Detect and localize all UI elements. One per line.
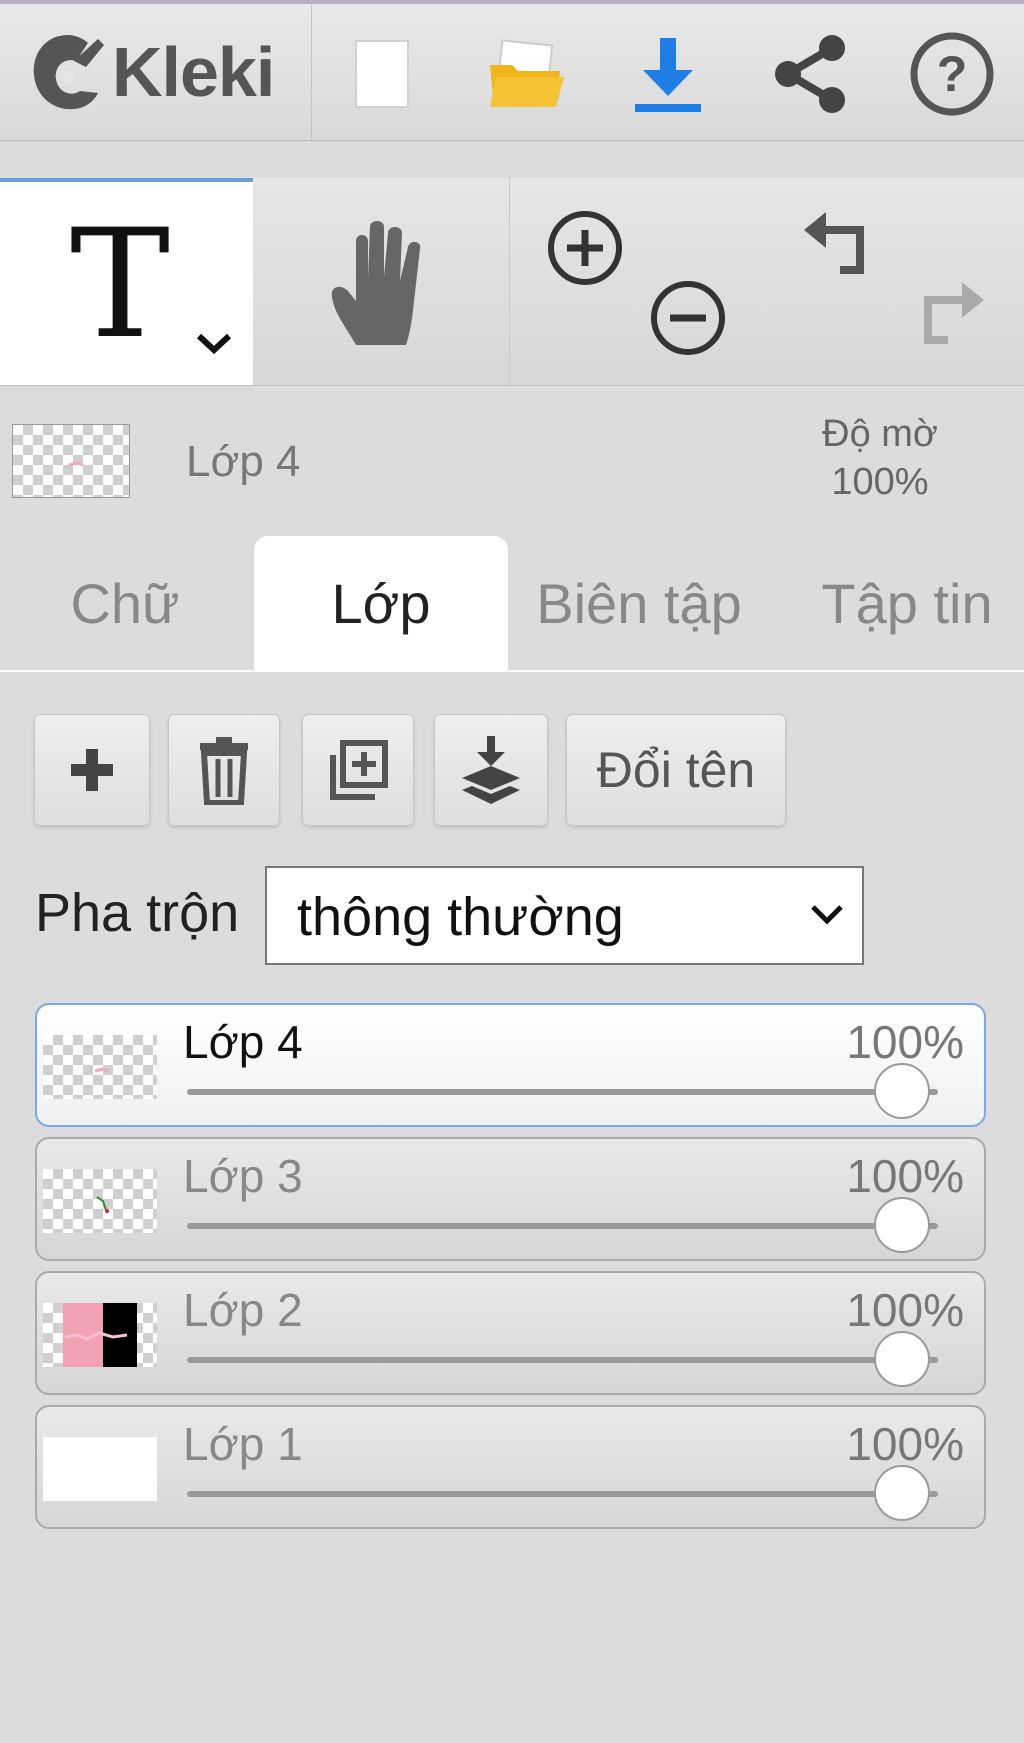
layer-name: Lớp 1 xyxy=(183,1418,303,1470)
layer-opacity-slider-handle[interactable] xyxy=(874,1197,930,1253)
layer-thumbnail xyxy=(43,1035,157,1099)
layer-opacity-value: 100% xyxy=(846,1284,964,1336)
add-layer-button[interactable] xyxy=(34,714,150,826)
share-icon xyxy=(775,35,845,113)
layer-item[interactable]: Lớp 2 100% xyxy=(35,1271,986,1395)
layer-opacity-value: 100% xyxy=(846,1418,964,1470)
help-icon: ? xyxy=(910,32,994,116)
blend-mode-label: Pha trộn xyxy=(35,883,240,943)
zoom-out-button[interactable] xyxy=(648,278,728,363)
opacity-value: 100% xyxy=(831,461,929,503)
merge-down-icon xyxy=(462,736,520,804)
layer-opacity-slider[interactable] xyxy=(187,1089,938,1095)
kleki-logo[interactable]: Kleki xyxy=(28,22,288,122)
layer-thumbnail-content xyxy=(96,1196,109,1214)
layer-item[interactable]: Lớp 3 100% xyxy=(35,1137,986,1261)
layer-opacity-value: 100% xyxy=(846,1016,964,1068)
chevron-down-icon xyxy=(811,905,843,925)
chevron-down-icon[interactable] xyxy=(195,330,233,356)
text-tool-button[interactable]: T xyxy=(0,178,253,385)
kleki-logo-icon xyxy=(33,35,104,110)
layer-name: Lớp 2 xyxy=(183,1284,303,1336)
undo-button[interactable] xyxy=(800,208,880,293)
blend-mode-value: thông thường xyxy=(297,887,624,947)
layer-name: Lớp 4 xyxy=(183,1016,303,1068)
tab-text[interactable]: Chữ xyxy=(0,536,250,670)
tab-file[interactable]: Tập tin xyxy=(790,536,1024,670)
zoom-in-icon xyxy=(548,211,622,285)
delete-layer-button[interactable] xyxy=(168,714,280,826)
current-layer-name: Lớp 4 xyxy=(186,437,301,486)
layer-opacity-slider[interactable] xyxy=(187,1357,938,1363)
thumbnail-sketch xyxy=(68,461,84,467)
tool-row: T xyxy=(0,178,1024,386)
current-layer-thumbnail xyxy=(12,424,130,498)
merge-down-button[interactable] xyxy=(434,714,548,826)
download-icon xyxy=(635,38,701,112)
layer-item[interactable]: Lớp 4 100% xyxy=(35,1003,986,1127)
layer-item[interactable]: Lớp 1 100% xyxy=(35,1405,986,1529)
tab-layers[interactable]: Lớp xyxy=(254,536,508,670)
blank-page-icon xyxy=(355,40,409,108)
layer-thumbnail xyxy=(43,1169,157,1233)
text-tool-icon: T xyxy=(70,198,171,372)
layer-opacity-slider[interactable] xyxy=(187,1223,938,1229)
top-toolbar: Kleki ? xyxy=(0,4,1024,141)
opacity-label: Độ mờ xyxy=(822,413,938,455)
new-image-button[interactable] xyxy=(332,24,432,124)
current-layer-opacity[interactable]: Độ mờ 100% xyxy=(780,410,980,506)
duplicate-icon xyxy=(330,740,388,800)
svg-text:?: ? xyxy=(937,46,968,102)
layer-opacity-slider-handle[interactable] xyxy=(874,1465,930,1521)
tab-edit[interactable]: Biên tập xyxy=(512,536,766,670)
layer-thumbnail xyxy=(43,1303,157,1367)
rename-layer-button[interactable]: Đổi tên xyxy=(566,714,786,826)
redo-button[interactable] xyxy=(908,278,988,363)
trash-icon xyxy=(200,737,248,805)
redo-icon xyxy=(924,282,984,344)
blend-mode-select[interactable]: thông thường xyxy=(265,866,864,965)
panel-tabs: Chữ Lớp Biên tập Tập tin xyxy=(0,536,1024,672)
layer-thumbnail-content xyxy=(63,1303,137,1367)
hand-tool-button[interactable] xyxy=(253,178,509,385)
layer-opacity-slider-handle[interactable] xyxy=(874,1063,930,1119)
logo-text: Kleki xyxy=(112,33,275,111)
zoom-out-icon xyxy=(651,281,725,355)
help-button[interactable]: ? xyxy=(902,24,1002,124)
undo-icon xyxy=(804,212,864,274)
zoom-in-button[interactable] xyxy=(545,208,625,293)
save-button[interactable] xyxy=(618,24,718,124)
layer-opacity-slider-handle[interactable] xyxy=(874,1331,930,1387)
add-icon xyxy=(71,749,113,791)
toolbar-divider xyxy=(311,4,312,140)
hand-icon xyxy=(331,220,421,345)
layer-name: Lớp 3 xyxy=(183,1150,303,1202)
layer-thumbnail xyxy=(43,1437,157,1501)
layer-opacity-slider[interactable] xyxy=(187,1491,938,1497)
tools-divider xyxy=(509,178,510,385)
share-button[interactable] xyxy=(760,24,860,124)
layer-thumbnail-content xyxy=(94,1067,110,1073)
folder-icon xyxy=(490,39,564,107)
duplicate-layer-button[interactable] xyxy=(302,714,414,826)
open-file-button[interactable] xyxy=(476,24,576,124)
layer-opacity-value: 100% xyxy=(846,1150,964,1202)
